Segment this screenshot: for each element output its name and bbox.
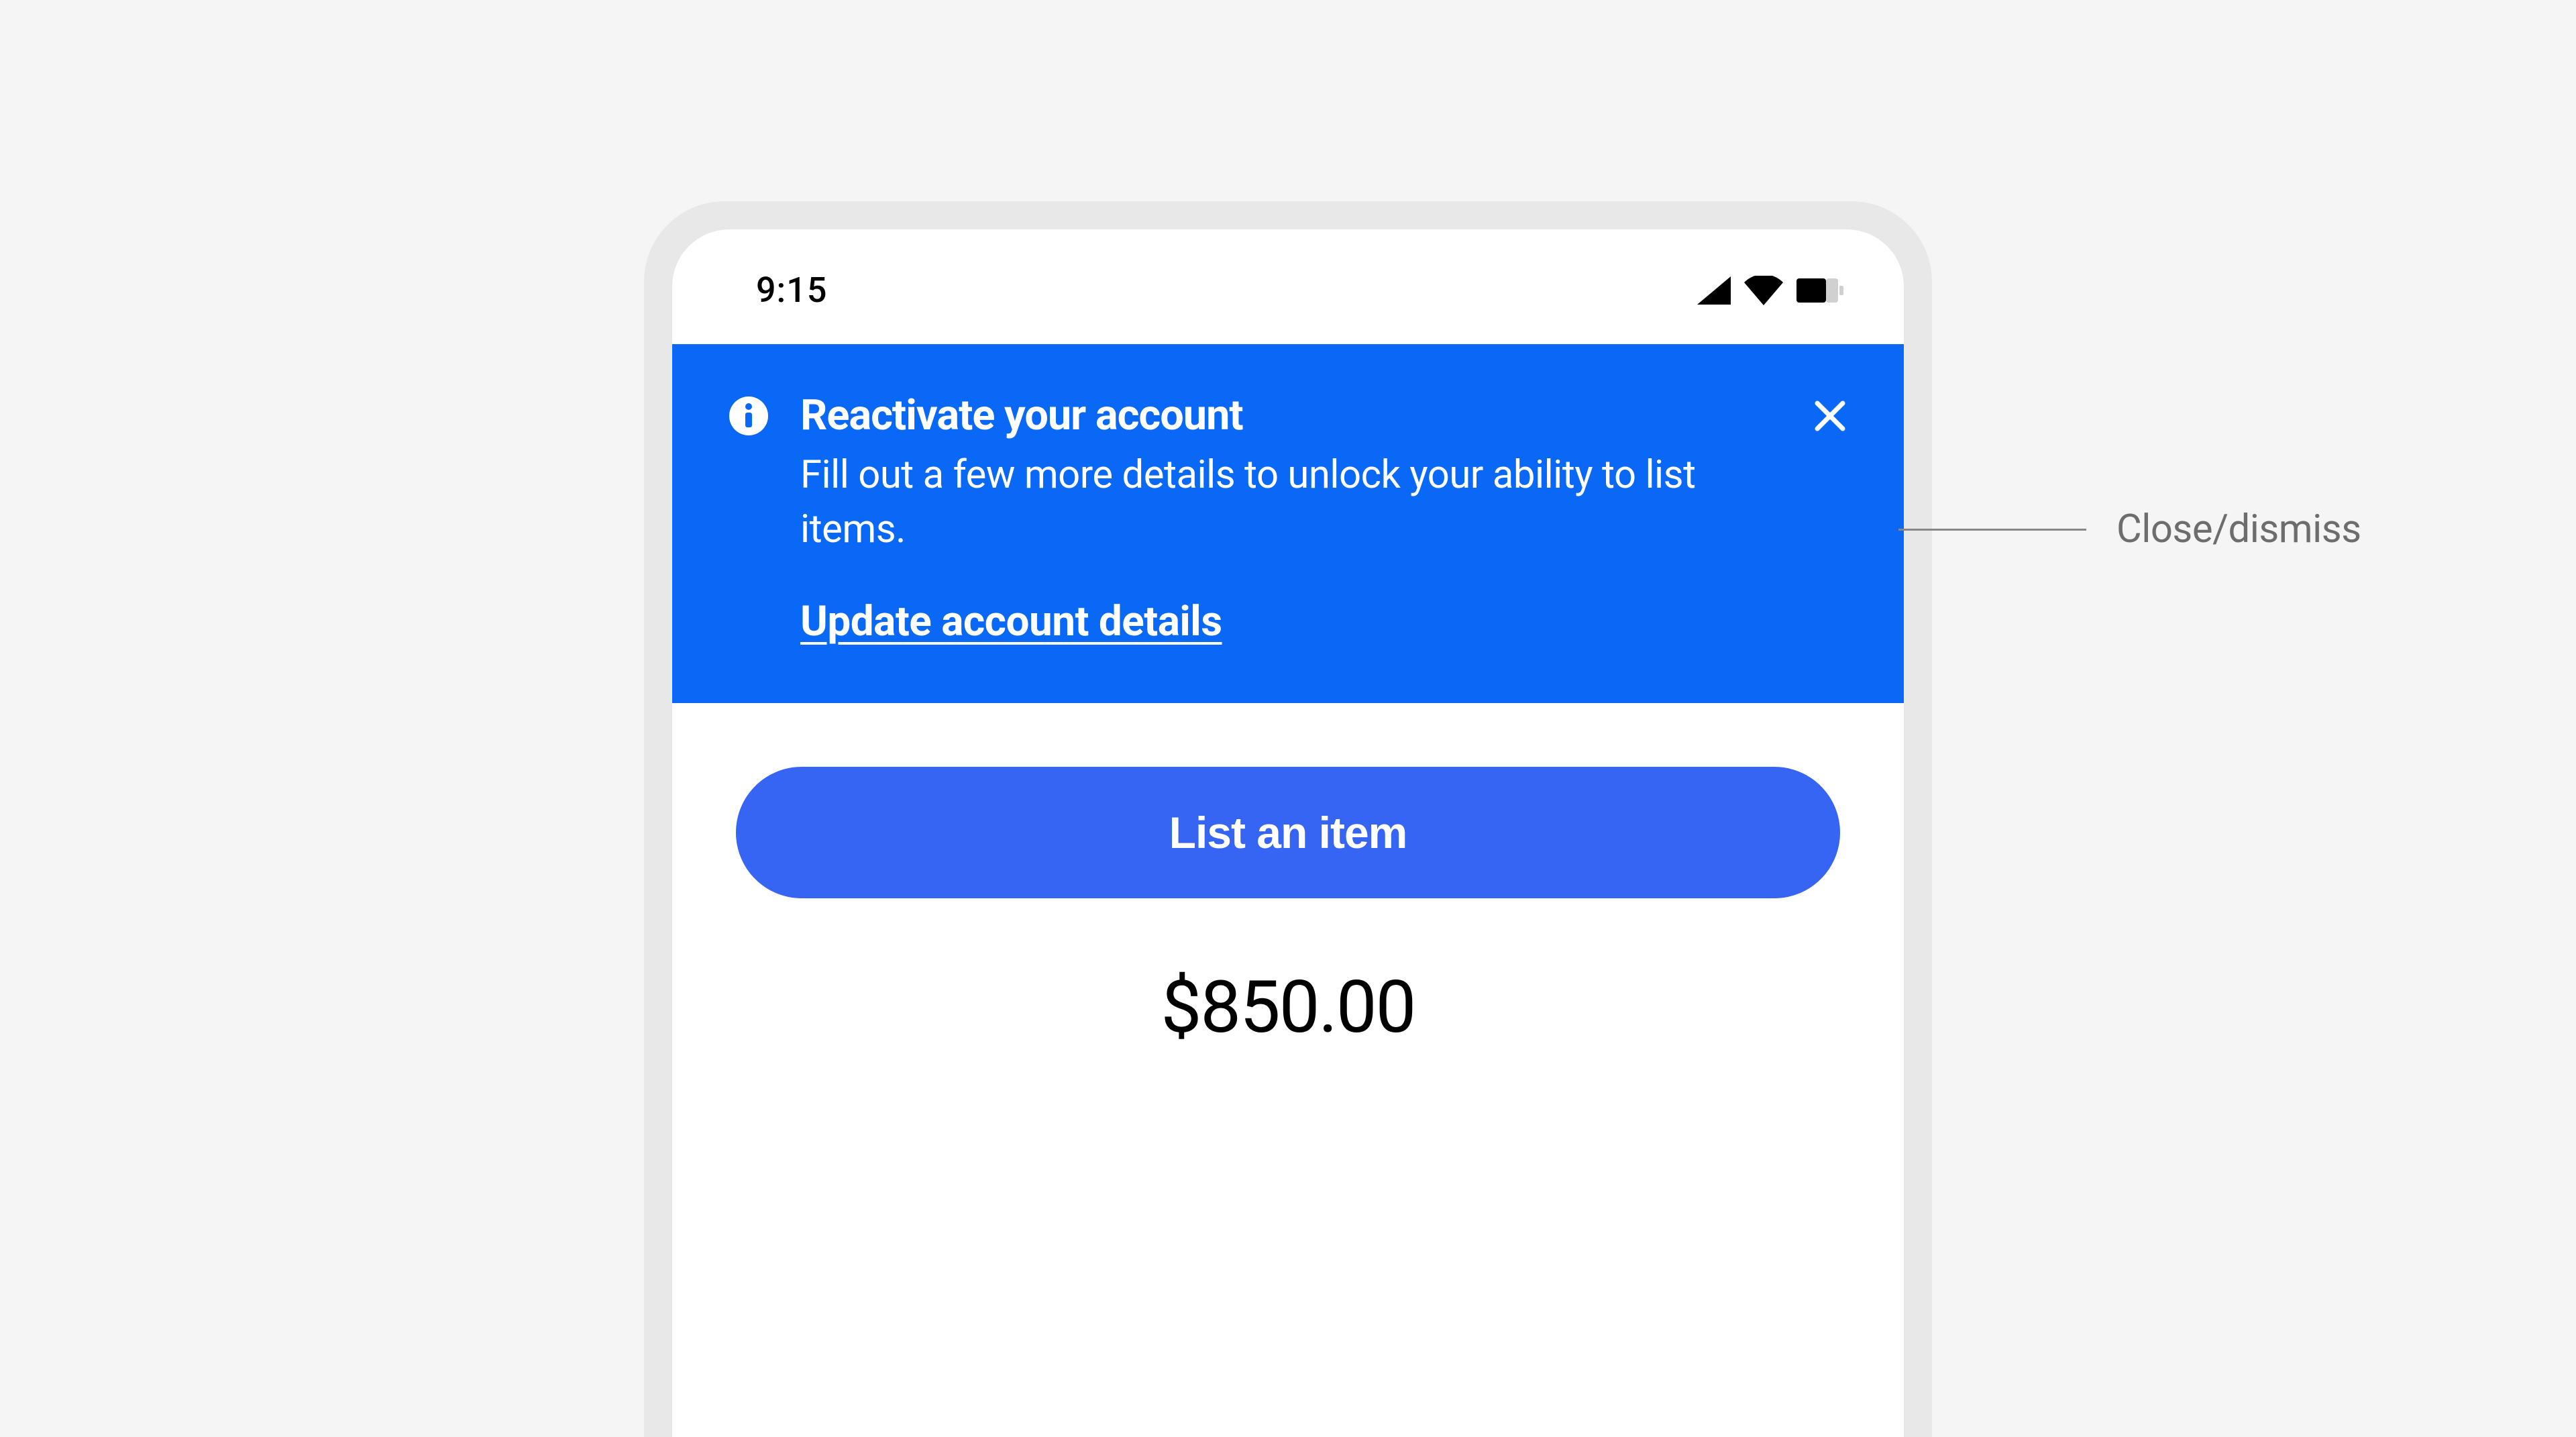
banner-title: Reactivate your account xyxy=(800,391,1780,440)
battery-icon xyxy=(1796,278,1843,303)
status-bar: 9:15 xyxy=(672,229,1904,344)
annotation-close: Close/dismiss xyxy=(1898,507,2361,552)
status-icons xyxy=(1697,276,1843,305)
annotation-line xyxy=(1898,529,2086,531)
content-area: List an item $850.00 xyxy=(672,703,1904,1050)
update-account-link[interactable]: Update account details xyxy=(800,597,1222,646)
phone-screen: 9:15 xyxy=(672,229,1904,1437)
cellular-icon xyxy=(1697,276,1731,305)
close-button[interactable] xyxy=(1810,396,1850,437)
reactivate-banner: Reactivate your account Fill out a few m… xyxy=(672,344,1904,703)
close-icon xyxy=(1813,399,1847,435)
annotation-label: Close/dismiss xyxy=(2116,507,2361,552)
banner-content: Reactivate your account Fill out a few m… xyxy=(800,391,1847,646)
banner-description: Fill out a few more details to unlock yo… xyxy=(800,448,1780,557)
phone-frame: 9:15 xyxy=(644,201,1932,1437)
price-display: $850.00 xyxy=(736,965,1840,1050)
wifi-icon xyxy=(1744,276,1783,305)
list-item-button[interactable]: List an item xyxy=(736,767,1840,898)
status-time: 9:15 xyxy=(756,270,827,311)
info-icon xyxy=(729,396,768,438)
